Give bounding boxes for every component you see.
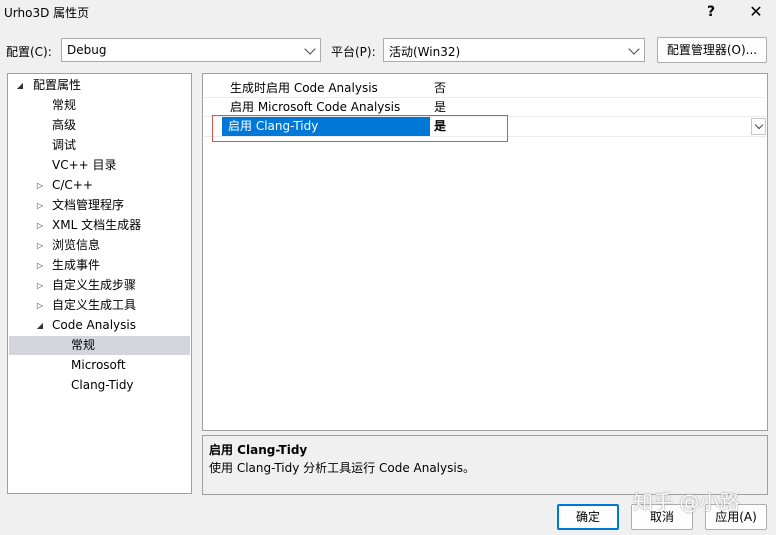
tree-item-label: 自定义生成工具 xyxy=(52,298,137,312)
tree-item-label: Microsoft xyxy=(71,358,126,372)
chevron-down-icon xyxy=(628,43,640,55)
property-row-enable-microsoft-code-analysis[interactable]: 启用 Microsoft Code Analysis 是 xyxy=(204,98,766,117)
tree-item-xml-doc-generator[interactable]: ▷ XML 文档生成器 xyxy=(9,216,190,235)
config-select-value: Debug xyxy=(67,43,107,57)
ok-button[interactable]: 确定 xyxy=(557,504,619,530)
property-row-enable-code-analysis[interactable]: 生成时启用 Code Analysis 否 xyxy=(204,79,766,98)
tree-item-label: 调试 xyxy=(52,138,77,152)
tree-item-browse-info[interactable]: ▷ 浏览信息 xyxy=(9,236,190,255)
property-grid: 生成时启用 Code Analysis 否 启用 Microsoft Code … xyxy=(202,73,768,431)
tree-item-code-analysis[interactable]: ◢ Code Analysis xyxy=(9,316,190,335)
title-bar: Urho3D 属性页 ? ✕ xyxy=(0,0,776,24)
expand-icon[interactable]: ◢ xyxy=(15,76,25,95)
tree-item-cpp[interactable]: ▷ C/C++ xyxy=(9,176,190,195)
tree-item-label: 文档管理程序 xyxy=(52,198,125,212)
config-manager-button[interactable]: 配置管理器(O)... xyxy=(657,37,767,63)
tree-item-build-events[interactable]: ▷ 生成事件 xyxy=(9,256,190,275)
collapse-icon[interactable]: ◢ xyxy=(35,316,45,335)
tree-item-general[interactable]: 常规 xyxy=(9,96,190,115)
property-pages-dialog: Urho3D 属性页 ? ✕ 配置(C): Debug 平台(P): 活动(Wi… xyxy=(0,0,776,535)
tree-item-code-analysis-general[interactable]: 常规 xyxy=(9,336,190,355)
tree-item-label: 生成事件 xyxy=(52,258,101,272)
tree-item-label: 常规 xyxy=(71,338,96,352)
description-title: 启用 Clang-Tidy xyxy=(209,443,308,457)
tree-item-clang-tidy[interactable]: Clang-Tidy xyxy=(9,376,190,395)
value-dropdown-button[interactable] xyxy=(751,118,766,135)
expand-icon[interactable]: ▷ xyxy=(35,296,45,315)
close-icon[interactable]: ✕ xyxy=(742,2,770,22)
tree-item-label: C/C++ xyxy=(52,178,93,192)
help-icon[interactable]: ? xyxy=(697,2,725,22)
expand-icon[interactable]: ▷ xyxy=(35,276,45,295)
tree-item-microsoft[interactable]: Microsoft xyxy=(9,356,190,375)
window-title: Urho3D 属性页 xyxy=(4,6,90,20)
tree-item-label: 高级 xyxy=(52,118,77,132)
tree-item-label: VC++ 目录 xyxy=(52,158,117,172)
property-name: 启用 Microsoft Code Analysis xyxy=(230,100,401,114)
tree-item-vc-directories[interactable]: VC++ 目录 xyxy=(9,156,190,175)
tree-item-manifest-tool[interactable]: ▷ 文档管理程序 xyxy=(9,196,190,215)
chevron-down-icon xyxy=(304,43,316,55)
expand-icon[interactable]: ▷ xyxy=(35,236,45,255)
platform-select[interactable]: 活动(Win32) xyxy=(383,38,645,62)
config-label: 配置(C): xyxy=(6,45,52,59)
platform-select-value: 活动(Win32) xyxy=(389,45,461,59)
tree-item-label: Code Analysis xyxy=(52,318,136,332)
tree-item-label: 浏览信息 xyxy=(52,238,101,252)
tree-item-debugging[interactable]: 调试 xyxy=(9,136,190,155)
chevron-down-icon xyxy=(754,120,764,130)
watermark: 知乎 @小路 xyxy=(633,490,740,514)
row-divider xyxy=(204,136,766,137)
tree-item-custom-build-tool[interactable]: ▷ 自定义生成工具 xyxy=(9,296,190,315)
property-tree: ◢ 配置属性 常规 高级 调试 VC++ 目录 ▷ C/C++ ▷ 文档管理程序… xyxy=(7,73,192,494)
tree-item-label: Clang-Tidy xyxy=(71,378,134,392)
config-select[interactable]: Debug xyxy=(61,38,321,62)
expand-icon[interactable]: ▷ xyxy=(35,256,45,275)
property-row-enable-clang-tidy[interactable]: 启用 Clang-Tidy 是 xyxy=(204,117,766,136)
expand-icon[interactable]: ▷ xyxy=(35,176,45,195)
tree-item-label: 配置属性 xyxy=(33,78,82,92)
expand-icon[interactable]: ▷ xyxy=(35,216,45,235)
tree-item-label: 常规 xyxy=(52,98,77,112)
platform-label: 平台(P): xyxy=(331,45,376,59)
tree-item-label: 自定义生成步骤 xyxy=(52,278,137,292)
expand-icon[interactable]: ▷ xyxy=(35,196,45,215)
description-text: 使用 Clang-Tidy 分析工具运行 Code Analysis。 xyxy=(209,461,475,475)
property-name: 生成时启用 Code Analysis xyxy=(230,81,378,95)
property-value[interactable]: 是 xyxy=(434,117,446,136)
property-value[interactable]: 否 xyxy=(434,79,446,98)
tree-item-config-properties[interactable]: ◢ 配置属性 xyxy=(9,76,190,95)
tree-item-label: XML 文档生成器 xyxy=(52,218,142,232)
tree-item-advanced[interactable]: 高级 xyxy=(9,116,190,135)
tree-item-custom-build-step[interactable]: ▷ 自定义生成步骤 xyxy=(9,276,190,295)
property-name: 启用 Clang-Tidy xyxy=(222,117,430,136)
property-value[interactable]: 是 xyxy=(434,98,446,117)
